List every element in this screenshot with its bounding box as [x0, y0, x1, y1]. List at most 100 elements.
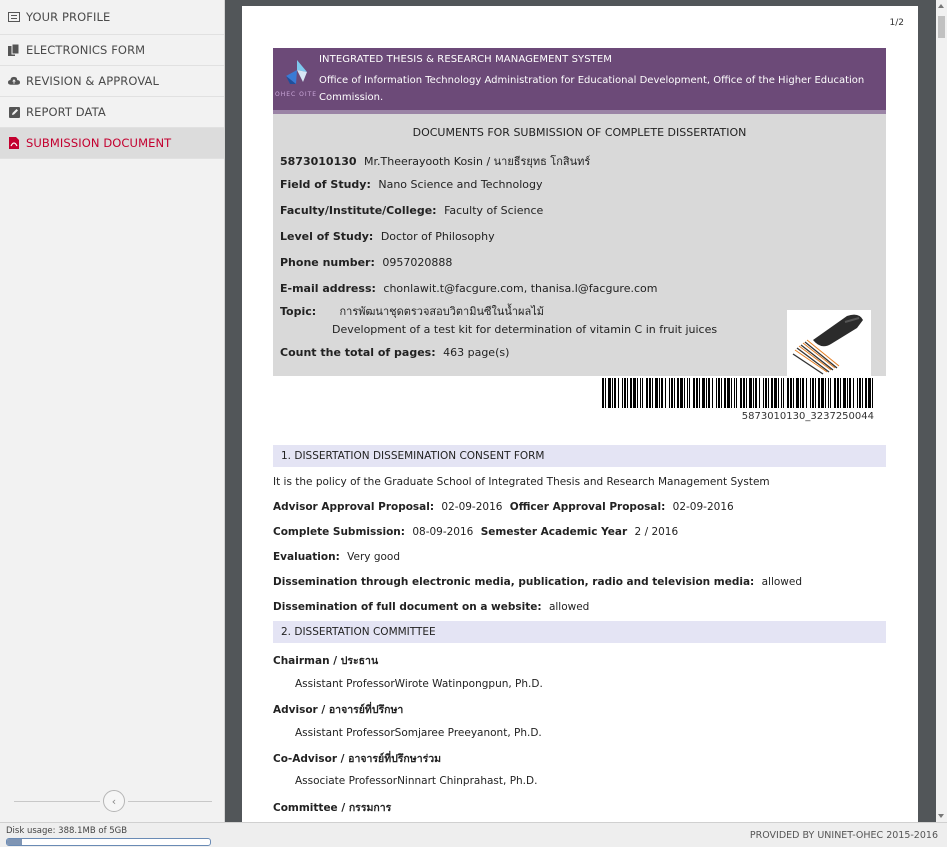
status-bar: Disk usage: 388.1MB of 5GB PROVIDED BY U… [0, 822, 947, 847]
topic-thai: การพัฒนาชุดตรวจสอบวิตามินซีในน้ำผลไม้ [339, 305, 545, 318]
sidebar-item-label: REVISION & APPROVAL [26, 74, 160, 88]
evaluation-label: Evaluation: [273, 551, 340, 563]
chairman-label: Chairman / ประธาน [273, 652, 378, 669]
pdf-viewer[interactable]: 1/2 OHEC OITE INTEGRATED THESIS & RESEAR… [225, 0, 947, 822]
advisor-approval-date: 02-09-2016 [441, 501, 503, 513]
faculty-label: Faculty/Institute/College: [280, 204, 437, 217]
disk-usage-fill [7, 839, 23, 845]
cloud-upload-icon [8, 76, 20, 87]
coadvisor-label: Co-Advisor / อาจารย์ที่ปรึกษาร่วม [273, 750, 441, 767]
committee-label-text: Committee / กรรมการ [273, 802, 392, 814]
scrollbar-thumb[interactable] [938, 16, 945, 38]
submission-row: Complete Submission: 08-09-2016 Semester… [273, 526, 678, 538]
level-value: Doctor of Philosophy [380, 230, 495, 243]
website-value: allowed [548, 601, 590, 613]
faculty-value: Faculty of Science [444, 204, 544, 217]
section-committee-title: 2. DISSERTATION COMMITTEE [273, 621, 886, 643]
advisor-label: Advisor / อาจารย์ที่ปรึกษา [273, 701, 403, 718]
semester-value: 2 / 2016 [634, 526, 679, 538]
disk-usage-bar [6, 838, 211, 846]
media-dissemination-row: Dissemination through electronic media, … [273, 576, 802, 588]
advisor-label-text: Advisor / อาจารย์ที่ปรึกษา [273, 704, 404, 716]
document-title: DOCUMENTS FOR SUBMISSION OF COMPLETE DIS… [412, 126, 747, 139]
level-label: Level of Study: [280, 230, 374, 243]
sidebar-item-your-profile[interactable]: YOUR PROFILE [0, 0, 224, 35]
complete-submission-label: Complete Submission: [273, 526, 405, 538]
faculty-row: Faculty/Institute/College: Faculty of Sc… [280, 204, 543, 217]
sidebar-item-report-data[interactable]: REPORT DATA [0, 97, 224, 128]
media-value: allowed [761, 576, 803, 588]
officer-approval-date: 02-09-2016 [672, 501, 734, 513]
vertical-scrollbar[interactable] [936, 0, 947, 822]
logo-text: OHEC OITE [275, 91, 318, 98]
topic-row: Topic: การพัฒนาชุดตรวจสอบวิตามินซีในน้ำผ… [280, 302, 544, 320]
scroll-up-icon[interactable] [938, 4, 944, 8]
pages-label: Count the total of pages: [280, 346, 436, 359]
semester-label: Semester Academic Year [480, 526, 628, 538]
student-name: Mr.Theerayooth Kosin / นายธีรยุทธ โกสินท… [364, 155, 591, 168]
student-id: 5873010130 [280, 155, 357, 168]
email-label: E-mail address: [280, 282, 376, 295]
field-label: Field of Study: [280, 178, 371, 191]
topic-label: Topic: [280, 305, 317, 318]
disk-usage-label: Disk usage: 388.1MB of 5GB [6, 826, 128, 836]
sidebar-item-label: YOUR PROFILE [26, 10, 111, 24]
phone-row: Phone number: 0957020888 [280, 256, 452, 269]
media-label: Dissemination through electronic media, … [273, 576, 755, 588]
pdf-file-icon [8, 137, 20, 149]
sidebar-collapse-row: ‹ [0, 790, 224, 812]
sidebar-item-submission-document[interactable]: SUBMISSION DOCUMENT [0, 128, 224, 159]
student-info-box: DOCUMENTS FOR SUBMISSION OF COMPLETE DIS… [273, 114, 886, 376]
complete-submission-date: 08-09-2016 [412, 526, 474, 538]
email-value: chonlawit.t@facgure.com, thanisa.l@facgu… [383, 282, 658, 295]
advisor-approval-label: Advisor Approval Proposal: [273, 501, 435, 513]
page-number: 1/2 [889, 18, 904, 28]
scroll-down-icon[interactable] [938, 814, 944, 818]
pages-row: Count the total of pages: 463 page(s) [280, 346, 509, 359]
form-document-icon [8, 44, 20, 56]
evaluation-value: Very good [347, 551, 400, 563]
website-dissemination-row: Dissemination of full document on a webs… [273, 601, 589, 613]
field-row: Field of Study: Nano Science and Technol… [280, 178, 542, 191]
divider [14, 801, 100, 802]
sidebar-item-electronics-form[interactable]: ELECTRONICS FORM [0, 35, 224, 66]
pdf-page: 1/2 OHEC OITE INTEGRATED THESIS & RESEAR… [242, 6, 918, 822]
level-row: Level of Study: Doctor of Philosophy [280, 230, 495, 243]
phone-value: 0957020888 [382, 256, 453, 269]
chairman-label-text: Chairman / ประธาน [273, 655, 379, 667]
sidebar-item-label: ELECTRONICS FORM [26, 43, 146, 57]
student-row: 5873010130 Mr.Theerayooth Kosin / นายธีร… [280, 152, 590, 170]
coadvisor-name: Associate ProfessorNinnart Chinprahast, … [295, 775, 538, 787]
evaluation-row: Evaluation: Very good [273, 551, 400, 563]
footer-credit: PROVIDED BY UNINET-OHEC 2015-2016 [749, 830, 938, 841]
sidebar-item-label: REPORT DATA [26, 105, 106, 119]
sidebar: YOUR PROFILE ELECTRONICS FORM REVISION &… [0, 0, 225, 822]
email-row: E-mail address: chonlawit.t@facgure.com,… [280, 282, 657, 295]
officer-approval-label: Officer Approval Proposal: [509, 501, 666, 513]
pages-value: 463 page(s) [443, 346, 510, 359]
phone-label: Phone number: [280, 256, 375, 269]
sidebar-item-label: SUBMISSION DOCUMENT [26, 136, 172, 150]
field-value: Nano Science and Technology [378, 178, 543, 191]
topic-english: Development of a test kit for determinat… [332, 323, 718, 336]
system-title: INTEGRATED THESIS & RESEARCH MANAGEMENT … [319, 54, 613, 65]
profile-card-icon [8, 12, 20, 23]
coadvisor-label-text: Co-Advisor / อาจารย์ที่ปรึกษาร่วม [273, 753, 442, 765]
barcode-graphic [602, 378, 873, 408]
office-name: Office of Information Technology Adminis… [319, 75, 865, 103]
barcode-scanner-image [787, 310, 871, 376]
chevron-left-icon: ‹ [111, 794, 117, 808]
website-label: Dissemination of full document on a webs… [273, 601, 542, 613]
ohec-logo-icon [282, 58, 312, 88]
policy-text: It is the policy of the Graduate School … [273, 476, 770, 488]
document-header: OHEC OITE INTEGRATED THESIS & RESEARCH M… [273, 48, 886, 114]
section-consent-title: 1. DISSERTATION DISSEMINATION CONSENT FO… [273, 445, 886, 467]
collapse-sidebar-button[interactable]: ‹ [103, 790, 125, 812]
advisor-name: Assistant ProfessorSomjaree Preeyanont, … [295, 727, 542, 739]
committee-label: Committee / กรรมการ [273, 799, 391, 816]
edit-square-icon [8, 106, 20, 118]
divider [128, 801, 212, 802]
approval-row: Advisor Approval Proposal: 02-09-2016 Of… [273, 501, 734, 513]
sidebar-item-revision-approval[interactable]: REVISION & APPROVAL [0, 66, 224, 97]
chairman-name: Assistant ProfessorWirote Watinpongpun, … [295, 678, 543, 690]
